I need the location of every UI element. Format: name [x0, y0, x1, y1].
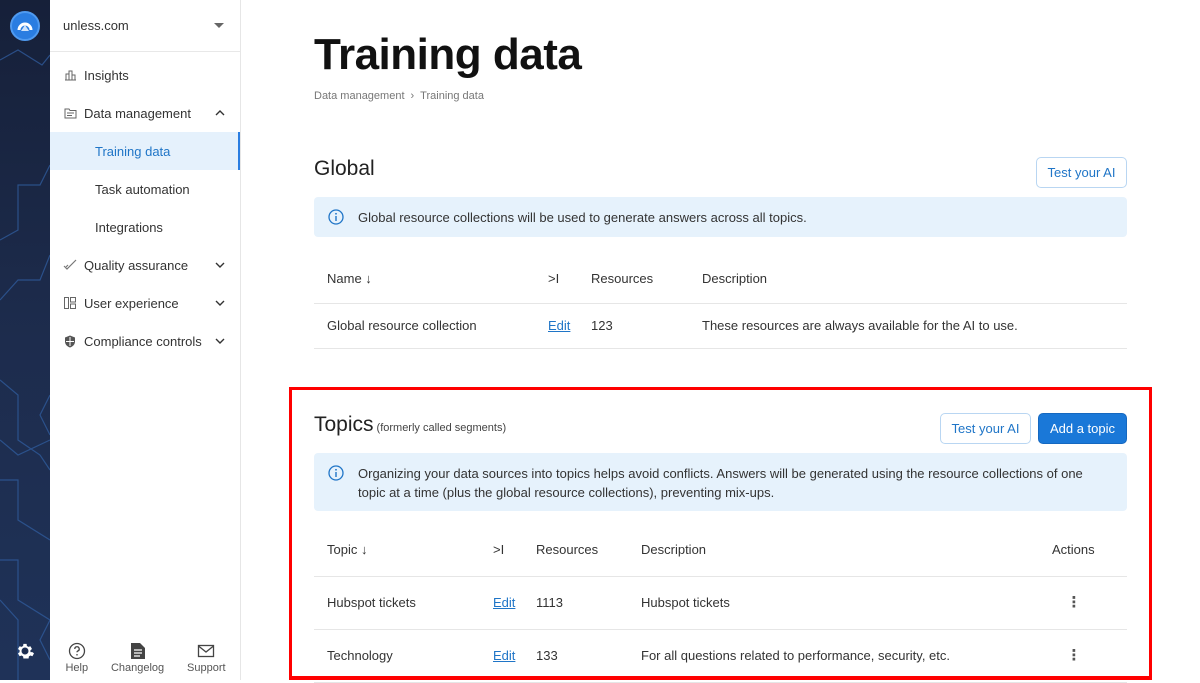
column-header-collapse[interactable]: >I: [535, 255, 578, 304]
column-header-name[interactable]: Name ↓: [314, 255, 535, 304]
column-header-description: Description: [628, 524, 1052, 577]
sidebar-item-quality-assurance[interactable]: Quality assurance: [50, 246, 240, 284]
breadcrumb-item: Training data: [420, 90, 484, 102]
resources-count: 1113: [523, 576, 628, 630]
mail-icon: [198, 644, 215, 658]
sidebar-item-compliance-controls[interactable]: Compliance controls: [50, 322, 240, 360]
folder-icon: [63, 106, 77, 120]
info-icon: [328, 465, 344, 481]
edit-link[interactable]: Edit: [493, 595, 515, 610]
column-header-resources: Resources: [578, 255, 689, 304]
description: These resources are always available for…: [689, 303, 1127, 349]
sidebar-footer: Help Changelog Support: [50, 642, 241, 674]
sidebar-item-integrations[interactable]: Integrations: [50, 208, 240, 246]
changelog-button[interactable]: Changelog: [111, 642, 164, 674]
table-header-row: Name ↓ >I Resources Description: [314, 255, 1127, 304]
more-vertical-icon[interactable]: ⋮: [1066, 595, 1082, 610]
sidebar-item-training-data[interactable]: Training data: [50, 132, 240, 170]
chevron-down-icon: [214, 259, 226, 271]
sidebar-item-user-experience[interactable]: User experience: [50, 284, 240, 322]
test-your-ai-button[interactable]: Test your AI: [1036, 157, 1127, 188]
test-your-ai-button[interactable]: Test your AI: [940, 413, 1031, 444]
caret-down-icon: [214, 23, 224, 28]
main-content: Training data Data management › Training…: [241, 0, 1200, 683]
table-row: Technology Edit 133 For all questions re…: [314, 629, 1127, 683]
topics-subtitle: (formerly called segments): [376, 422, 507, 434]
help-button[interactable]: Help: [65, 642, 88, 674]
global-info-banner: Global resource collections will be used…: [314, 197, 1127, 237]
topic-name: Technology: [314, 629, 480, 683]
topics-heading: Topics (formerly called segments): [314, 413, 506, 437]
description: Hubspot tickets: [628, 576, 1052, 630]
breadcrumb-separator: ›: [410, 90, 415, 102]
support-button[interactable]: Support: [187, 642, 226, 674]
sidebar-item-label: Data management: [84, 105, 191, 121]
breadcrumb: Data management › Training data: [314, 90, 484, 102]
help-circle-icon: [68, 642, 85, 660]
edit-link[interactable]: Edit: [493, 648, 515, 663]
sidebar: unless.com Insights Data management Trai…: [50, 0, 241, 680]
resources-count: 123: [578, 303, 689, 349]
column-header-collapse[interactable]: >I: [480, 524, 523, 577]
collection-name: Global resource collection: [314, 303, 535, 349]
global-table: Name ↓ >I Resources Description Global r…: [314, 255, 1127, 349]
info-text: Global resource collections will be used…: [358, 210, 807, 225]
app-rail: [0, 0, 50, 680]
add-topic-button[interactable]: Add a topic: [1038, 413, 1127, 444]
resources-count: 133: [523, 629, 628, 683]
column-header-resources: Resources: [523, 524, 628, 577]
sidebar-item-label: Quality assurance: [84, 257, 189, 273]
document-icon: [130, 643, 145, 659]
column-header-actions: Actions: [1052, 524, 1127, 577]
hexagon-pattern-decoration: [0, 49, 50, 680]
sidebar-item-task-automation[interactable]: Task automation: [50, 170, 240, 208]
global-heading: Global: [314, 157, 375, 180]
topics-table: Topic ↓ >I Resources Description Actions…: [314, 524, 1127, 683]
layout-icon: [63, 296, 77, 310]
info-text: Organizing your data sources into topics…: [358, 466, 1083, 500]
topic-name: Hubspot tickets: [314, 576, 480, 630]
table-row: Global resource collection Edit 123 Thes…: [314, 303, 1127, 349]
unless-logo-icon: [17, 22, 33, 31]
support-label: Support: [187, 662, 226, 674]
info-icon: [328, 209, 344, 225]
more-vertical-icon[interactable]: ⋮: [1066, 648, 1082, 663]
help-label: Help: [65, 662, 89, 674]
table-header-row: Topic ↓ >I Resources Description Actions: [314, 524, 1127, 577]
chevron-down-icon: [214, 297, 226, 309]
page-title: Training data: [314, 30, 582, 79]
column-header-topic[interactable]: Topic ↓: [314, 524, 480, 577]
shield-icon: [63, 334, 77, 348]
sidebar-item-label: Insights: [84, 67, 129, 83]
topics-title: Topics: [314, 413, 374, 436]
column-header-description: Description: [689, 255, 1127, 304]
app-logo[interactable]: [10, 11, 40, 41]
table-row: Hubspot tickets Edit 1113 Hubspot ticket…: [314, 576, 1127, 630]
description: For all questions related to performance…: [628, 629, 1052, 683]
org-name: unless.com: [63, 18, 129, 33]
org-switcher[interactable]: unless.com: [50, 0, 240, 52]
breadcrumb-item[interactable]: Data management: [314, 90, 405, 102]
chevron-up-icon: [214, 107, 226, 119]
sidebar-item-label: User experience: [84, 295, 179, 311]
topics-info-banner: Organizing your data sources into topics…: [314, 453, 1127, 511]
sidebar-item-data-management[interactable]: Data management: [50, 94, 240, 132]
bar-chart-icon: [63, 68, 77, 82]
sidebar-item-insights[interactable]: Insights: [50, 56, 240, 94]
gear-icon[interactable]: [15, 641, 35, 661]
check-icon: [63, 258, 77, 272]
chevron-down-icon: [214, 335, 226, 347]
edit-link[interactable]: Edit: [548, 318, 570, 333]
sidebar-item-label: Compliance controls: [84, 333, 202, 349]
changelog-label: Changelog: [110, 662, 165, 674]
